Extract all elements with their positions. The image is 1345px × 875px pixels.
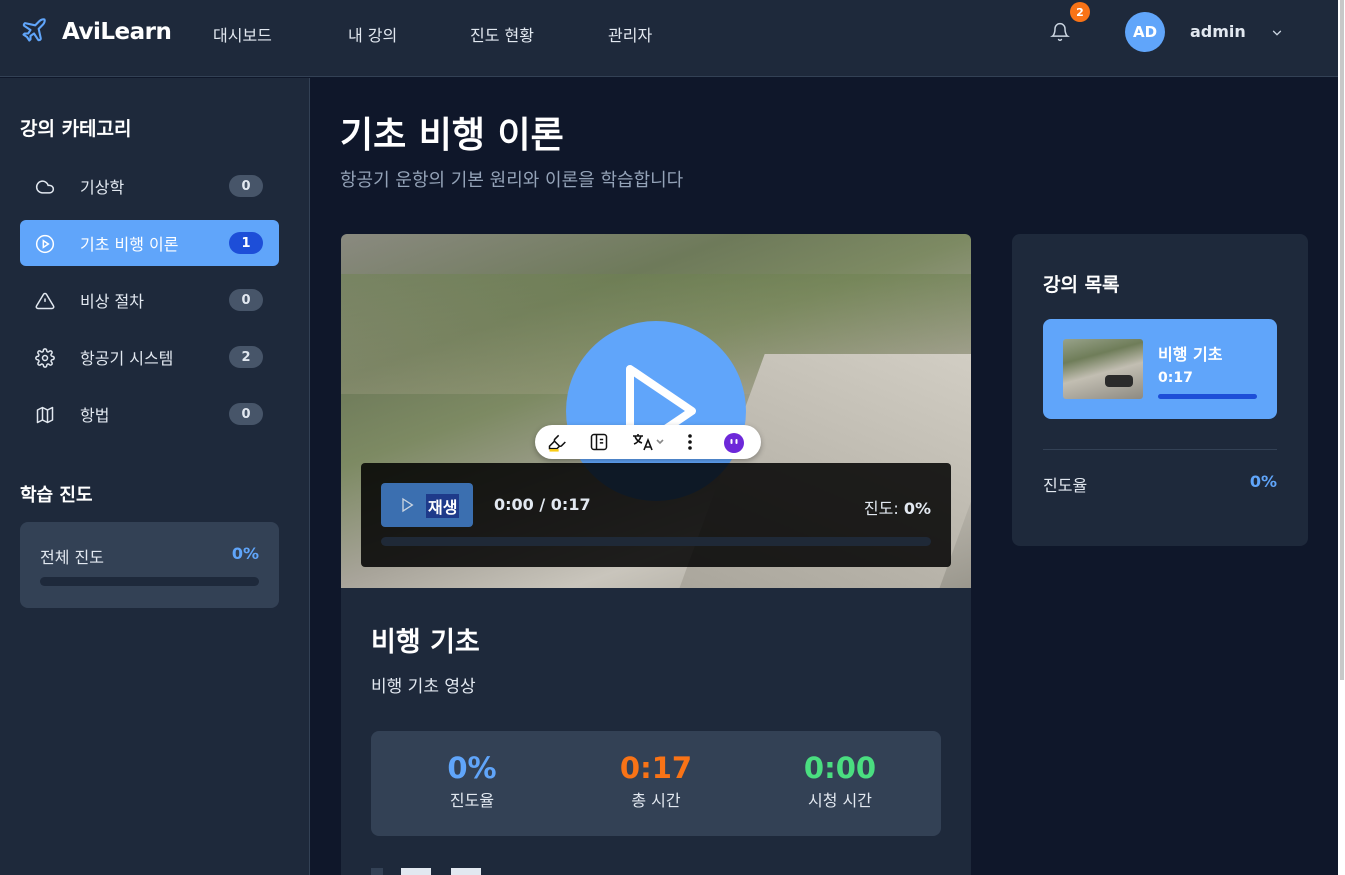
count-badge: 2 [229,346,263,368]
count-badge: 1 [229,232,263,254]
chevron-down-icon[interactable] [1270,25,1284,44]
sidebar-title: 강의 카테고리 [20,118,132,140]
user-name[interactable]: admin [1190,22,1246,41]
lecture-thumbnail [1063,339,1143,399]
overall-progress-bar [40,577,259,586]
sidebar-item-meteorology[interactable]: 기상학 0 [20,163,279,209]
highlighter-icon[interactable] [547,432,567,456]
avatar[interactable]: AD [1125,12,1165,52]
play-circle-icon [35,234,55,254]
lecture-list-item[interactable]: 비행 기초 0:17 [1043,319,1277,419]
sidebar-panel-icon[interactable] [589,432,609,456]
stat-value: 0% [447,751,497,785]
list-progress-label: 진도율 [1043,476,1088,495]
overall-progress-card: 전체 진도 0% [20,522,279,608]
stat-label: 총 시간 [631,791,681,810]
sidebar-item-label: 항법 [80,406,110,425]
stat-label: 진도율 [449,791,495,810]
stat-total-time: 0:17 총 시간 [561,751,751,811]
seek-bar[interactable] [381,537,931,546]
lecture-progress-bar [1158,394,1257,399]
nav-dashboard[interactable]: 대시보드 [213,22,272,46]
page-title: 기초 비행 이론 [340,115,564,156]
progress-section-title: 학습 진도 [20,485,93,506]
overall-progress-label: 전체 진도 [40,548,104,567]
play-button[interactable]: 재생 [381,483,473,527]
play-button-label: 재생 [426,494,460,518]
lecture-list-title: 강의 목록 [1043,274,1120,296]
list-progress-value: 0% [1249,472,1277,491]
sidebar-item-basic-flight-theory[interactable]: 기초 비행 이론 1 [20,220,279,266]
lecture-duration: 0:17 [1158,370,1193,386]
airplane-icon [20,16,48,48]
video-player[interactable]: 재생 0:00 / 0:17 진도: 0% [341,234,971,588]
player-controls: 재생 0:00 / 0:17 진도: 0% [361,463,951,567]
warning-icon [35,291,55,311]
more-vertical-icon[interactable] [683,432,697,456]
sidebar: 강의 카테고리 기상학 0 기초 비행 이론 1 비상 절차 0 항공기 시스템… [0,78,310,875]
lesson-stats: 0% 진도율 0:17 총 시간 0:00 시청 시간 [371,731,941,836]
cut-off-section-heading [371,868,501,875]
notification-badge: 2 [1070,2,1090,22]
divider [1043,449,1277,450]
assistant-icon[interactable] [723,432,745,458]
sidebar-item-emergency-procedures[interactable]: 비상 절차 0 [20,277,279,323]
top-navbar: AviLearn 대시보드 내 강의 진도 현황 관리자 2 AD admin [0,0,1338,77]
app-logo[interactable]: AviLearn [20,16,172,48]
nav-admin[interactable]: 관리자 [608,22,652,46]
count-badge: 0 [229,403,263,425]
translate-icon[interactable] [631,432,665,456]
overall-progress-value: 0% [231,544,259,563]
lesson-description: 비행 기초 영상 [371,677,476,697]
bell-icon[interactable] [1050,22,1070,46]
nav-my-courses[interactable]: 내 강의 [348,22,397,46]
sidebar-item-aircraft-systems[interactable]: 항공기 시스템 2 [20,334,279,380]
stat-watch-time: 0:00 시청 시간 [745,751,935,811]
player-time: 0:00 / 0:17 [494,495,591,514]
page-subtitle: 항공기 운항의 기본 원리와 이론을 학습합니다 [340,170,684,191]
map-icon [35,405,55,425]
sidebar-item-label: 비상 절차 [80,292,144,311]
lesson-details-card: 비행 기초 비행 기초 영상 0% 진도율 0:17 총 시간 0:00 시청 … [341,588,971,875]
play-icon [402,497,414,513]
player-progress-label: 진도: [863,499,899,518]
extension-toolbar [535,425,761,459]
count-badge: 0 [229,175,263,197]
sidebar-item-label: 기초 비행 이론 [80,235,179,254]
player-progress: 진도: 0% [864,495,931,519]
stat-value: 0:00 [803,751,877,785]
sidebar-item-label: 항공기 시스템 [80,349,174,368]
gear-icon [35,348,55,368]
sidebar-item-label: 기상학 [80,178,125,197]
cloud-icon [35,177,55,197]
stat-label: 시청 시간 [808,791,872,810]
lecture-title: 비행 기초 [1158,345,1223,364]
lesson-title: 비행 기초 [371,627,480,658]
lecture-list-panel: 강의 목록 비행 기초 0:17 진도율 0% [1012,234,1308,546]
scrollbar-thumb[interactable] [1340,0,1344,680]
app-name: AviLearn [62,19,172,45]
stat-value: 0:17 [619,751,693,785]
player-progress-value: 0% [903,499,931,518]
stat-progress: 0% 진도율 [377,751,567,811]
nav-progress[interactable]: 진도 현황 [470,22,534,46]
sidebar-item-navigation[interactable]: 항법 0 [20,391,279,437]
count-badge: 0 [229,289,263,311]
